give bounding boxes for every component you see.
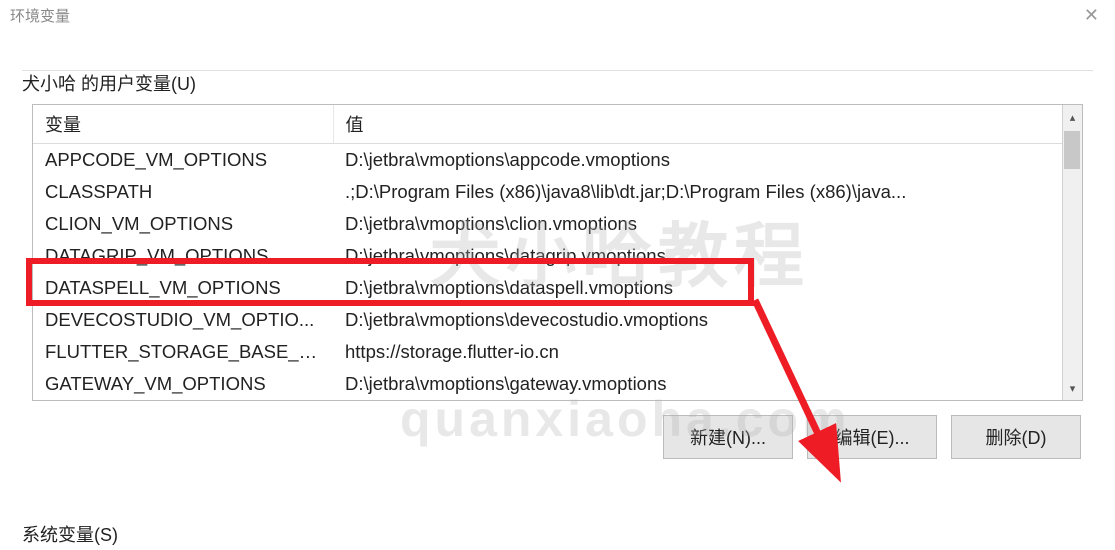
scroll-down-icon[interactable]: ▾ [1063, 376, 1082, 400]
cell-val: .;D:\Program Files (x86)\java8\lib\dt.ja… [333, 176, 1062, 208]
cell-var: DEVECOSTUDIO_VM_OPTIO... [33, 304, 333, 336]
table-row[interactable]: DATAGRIP_VM_OPTIONSD:\jetbra\vmoptions\d… [33, 240, 1062, 272]
table-row[interactable]: FLUTTER_STORAGE_BASE_URLhttps://storage.… [33, 336, 1062, 368]
cell-val: D:\jetbra\vmoptions\devecostudio.vmoptio… [333, 304, 1062, 336]
table-row[interactable]: DATASPELL_VM_OPTIONSD:\jetbra\vmoptions\… [33, 272, 1062, 304]
cell-var: GATEWAY_VM_OPTIONS [33, 368, 333, 400]
table-row[interactable]: CLASSPATH.;D:\Program Files (x86)\java8\… [33, 176, 1062, 208]
cell-var: DATASPELL_VM_OPTIONS [33, 272, 333, 304]
table-row[interactable]: DEVECOSTUDIO_VM_OPTIO...D:\jetbra\vmopti… [33, 304, 1062, 336]
cell-val: D:\jetbra\vmoptions\clion.vmoptions [333, 208, 1062, 240]
env-table[interactable]: 变量 值 APPCODE_VM_OPTIONSD:\jetbra\vmoptio… [33, 105, 1062, 400]
delete-button[interactable]: 删除(D) [951, 415, 1081, 459]
system-vars-label: 系统变量(S) [22, 521, 118, 547]
cell-val: D:\jetbra\vmoptions\datagrip.vmoptions [333, 240, 1062, 272]
cell-var: CLASSPATH [33, 176, 333, 208]
cell-var: DATAGRIP_VM_OPTIONS [33, 240, 333, 272]
new-button[interactable]: 新建(N)... [663, 415, 793, 459]
cell-val: https://storage.flutter-io.cn [333, 336, 1062, 368]
cell-val: D:\jetbra\vmoptions\gateway.vmoptions [333, 368, 1062, 400]
window-title: 环境变量 [10, 5, 70, 26]
scrollbar[interactable]: ▴ ▾ [1062, 105, 1082, 400]
table-row[interactable]: GATEWAY_VM_OPTIONSD:\jetbra\vmoptions\ga… [33, 368, 1062, 400]
table-row[interactable]: CLION_VM_OPTIONSD:\jetbra\vmoptions\clio… [33, 208, 1062, 240]
edit-button[interactable]: 编辑(E)... [807, 415, 937, 459]
cell-var: APPCODE_VM_OPTIONS [33, 144, 333, 177]
cell-var: CLION_VM_OPTIONS [33, 208, 333, 240]
scroll-thumb[interactable] [1064, 131, 1080, 169]
user-vars-table-wrap: 变量 值 APPCODE_VM_OPTIONSD:\jetbra\vmoptio… [32, 104, 1083, 401]
cell-var: FLUTTER_STORAGE_BASE_URL [33, 336, 333, 368]
scroll-up-icon[interactable]: ▴ [1063, 105, 1082, 129]
close-icon[interactable]: ✕ [1078, 5, 1105, 26]
col-header-value[interactable]: 值 [333, 105, 1062, 144]
user-vars-label: 犬小哈 的用户变量(U) [22, 74, 196, 94]
content-area: 犬小哈 的用户变量(U) 变量 值 APPCODE_VM_OPTIONSD:\j… [0, 30, 1115, 477]
cell-val: D:\jetbra\vmoptions\appcode.vmoptions [333, 144, 1062, 177]
button-row: 新建(N)... 编辑(E)... 删除(D) [22, 415, 1093, 477]
cell-val: D:\jetbra\vmoptions\dataspell.vmoptions [333, 272, 1062, 304]
table-row[interactable]: APPCODE_VM_OPTIONSD:\jetbra\vmoptions\ap… [33, 144, 1062, 177]
col-header-variable[interactable]: 变量 [33, 105, 333, 144]
titlebar: 环境变量 ✕ [0, 0, 1115, 30]
